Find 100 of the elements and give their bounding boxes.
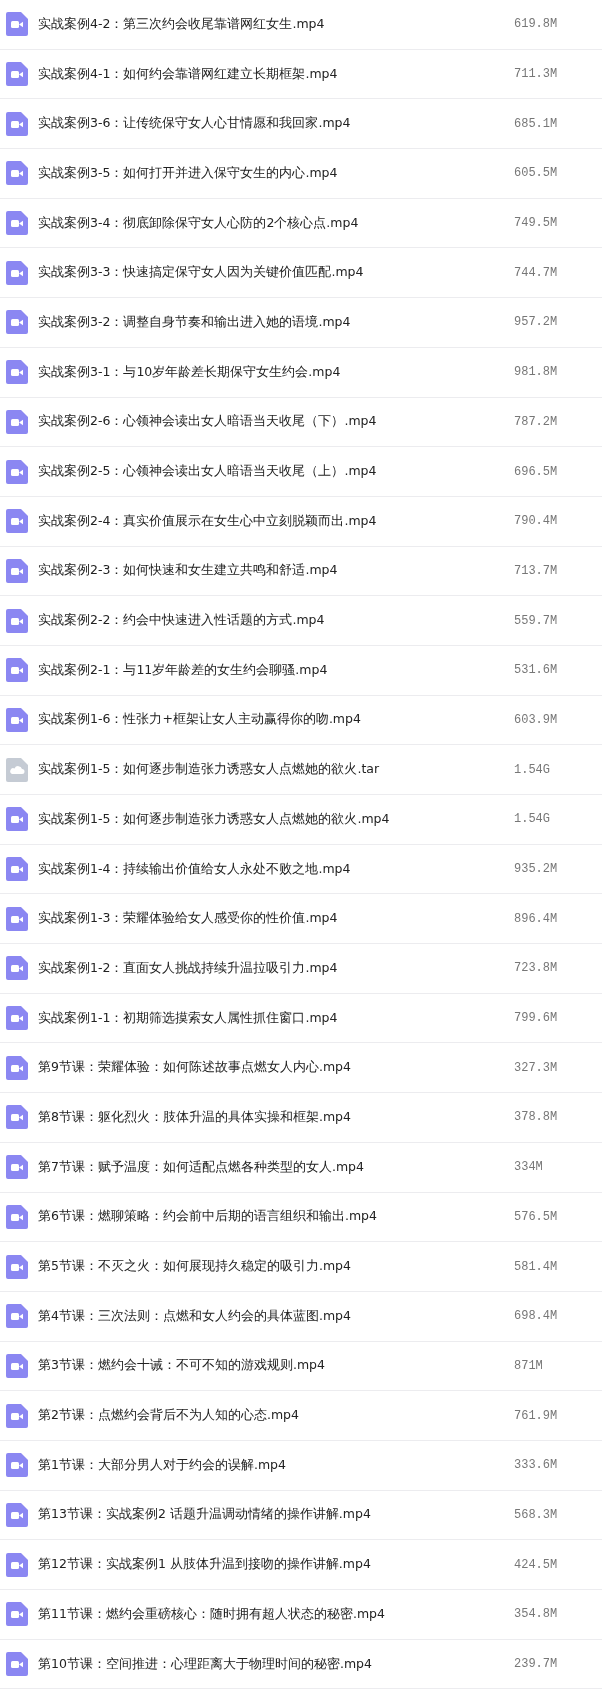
- file-name: 实战案例1-4：持续输出价值给女人永处不败之地.mp4: [38, 860, 352, 878]
- file-row[interactable]: 第6节课：燃聊策略：约会前中后期的语言组织和输出.mp4 576.5M: [0, 1192, 602, 1243]
- video-file-icon: [6, 1204, 28, 1229]
- file-size: 378.8M: [514, 1110, 559, 1125]
- file-row[interactable]: 实战案例3-1：与10岁年龄差长期保守女生约会.mp4 981.8M: [0, 347, 602, 398]
- file-row[interactable]: 实战案例2-3：如何快速和女生建立共鸣和舒适.mp4 713.7M: [0, 546, 602, 597]
- file-row[interactable]: 第4节课：三次法则：点燃和女人约会的具体蓝图.mp4 698.4M: [0, 1291, 602, 1342]
- file-row[interactable]: 实战案例3-2：调整自身节奏和输出进入她的语境.mp4 957.2M: [0, 298, 602, 348]
- file-row[interactable]: 第13节课：实战案例2 话题升温调动情绪的操作讲解.mp4 568.3M: [0, 1490, 602, 1541]
- video-file-icon: [6, 12, 28, 37]
- file-size: 787.2M: [514, 414, 559, 429]
- file-row[interactable]: 实战案例1-6：性张力+框架让女人主动赢得你的吻.mp4 603.9M: [0, 695, 602, 746]
- file-size: 723.8M: [514, 961, 559, 976]
- file-size: 334M: [514, 1160, 544, 1175]
- file-row[interactable]: 第9节课：荣耀体验：如何陈述故事点燃女人内心.mp4 327.3M: [0, 1043, 602, 1094]
- file-name: 第8节课：躯化烈火：肢体升温的具体实操和框架.mp4: [38, 1108, 352, 1126]
- video-file-icon: [6, 509, 28, 534]
- video-file-icon: [6, 956, 28, 981]
- file-name: 实战案例3-1：与10岁年龄差长期保守女生约会.mp4: [38, 363, 342, 381]
- file-row[interactable]: 第5节课：不灭之火：如何展现持久稳定的吸引力.mp4 581.4M: [0, 1242, 602, 1292]
- file-size: 698.4M: [514, 1309, 559, 1324]
- video-file-icon: [6, 310, 28, 335]
- file-name: 第1节课：大部分男人对于约会的误解.mp4: [38, 1456, 287, 1474]
- file-name: 实战案例1-6：性张力+框架让女人主动赢得你的吻.mp4: [38, 711, 362, 729]
- file-row[interactable]: 第8节课：躯化烈火：肢体升温的具体实操和框架.mp4 378.8M: [0, 1093, 602, 1143]
- file-size: 871M: [514, 1358, 544, 1373]
- file-row[interactable]: 实战案例1-2：直面女人挑战持续升温拉吸引力.mp4 723.8M: [0, 944, 602, 994]
- video-file-icon: [6, 1652, 28, 1677]
- file-row[interactable]: 实战案例2-5：心领神会读出女人暗语当天收尾（上）.mp4 696.5M: [0, 447, 602, 497]
- file-row[interactable]: 第7节课：赋予温度：如何适配点燃各种类型的女人.mp4 334M: [0, 1142, 602, 1193]
- video-file-icon: [6, 1155, 28, 1180]
- video-file-icon: [6, 459, 28, 484]
- file-name: 第12节课：实战案例1 从肢体升温到接吻的操作讲解.mp4: [38, 1556, 372, 1574]
- file-name: 实战案例3-5：如何打开并进入保守女生的内心.mp4: [38, 164, 339, 182]
- file-size: 354.8M: [514, 1607, 559, 1622]
- file-row[interactable]: 实战案例3-3：快速搞定保守女人因为关键价值匹配.mp4 744.7M: [0, 248, 602, 299]
- file-name: 第5节课：不灭之火：如何展现持久稳定的吸引力.mp4: [38, 1258, 352, 1276]
- file-name: 第9节课：荣耀体验：如何陈述故事点燃女人内心.mp4: [38, 1059, 352, 1077]
- file-name: 第10节课：空间推进：心理距离大于物理时间的秘密.mp4: [38, 1655, 373, 1673]
- video-file-icon: [6, 1105, 28, 1130]
- cloud-file-icon: [6, 757, 28, 782]
- video-file-icon: [6, 211, 28, 236]
- file-size: 744.7M: [514, 265, 559, 280]
- video-file-icon: [6, 658, 28, 683]
- file-row[interactable]: 实战案例2-6：心领神会读出女人暗语当天收尾（下）.mp4 787.2M: [0, 397, 602, 448]
- file-row[interactable]: 第10节课：空间推进：心理距离大于物理时间的秘密.mp4 239.7M: [0, 1639, 602, 1690]
- video-file-icon: [6, 1006, 28, 1031]
- file-row[interactable]: 第3节课：燃约会十诫：不可不知的游戏规则.mp4 871M: [0, 1341, 602, 1392]
- file-row[interactable]: 实战案例1-5：如何逐步制造张力诱惑女人点燃她的欲火.tar 1.54G: [0, 745, 602, 795]
- video-file-icon: [6, 1254, 28, 1279]
- file-size: 935.2M: [514, 862, 559, 877]
- file-name: 实战案例1-1：初期筛选摸索女人属性抓住窗口.mp4: [38, 1009, 339, 1027]
- file-name: 实战案例2-1：与11岁年龄差的女生约会聊骚.mp4: [38, 661, 329, 679]
- video-file-icon: [6, 111, 28, 136]
- file-size: 581.4M: [514, 1259, 559, 1274]
- video-file-icon: [6, 409, 28, 434]
- file-size: 605.5M: [514, 166, 559, 181]
- file-size: 957.2M: [514, 315, 559, 330]
- file-row[interactable]: 实战案例1-5：如何逐步制造张力诱惑女人点燃她的欲火.mp4 1.54G: [0, 795, 602, 845]
- file-name: 实战案例3-2：调整自身节奏和输出进入她的语境.mp4: [38, 313, 352, 331]
- file-row[interactable]: 实战案例3-5：如何打开并进入保守女生的内心.mp4 605.5M: [0, 149, 602, 199]
- file-row[interactable]: 实战案例3-6：让传统保守女人心甘情愿和我回家.mp4 685.1M: [0, 99, 602, 150]
- file-row[interactable]: 实战案例4-1：如何约会靠谱网红建立长期框架.mp4 711.3M: [0, 49, 602, 100]
- file-name: 实战案例4-1：如何约会靠谱网红建立长期框架.mp4: [38, 65, 339, 83]
- video-file-icon: [6, 1055, 28, 1080]
- file-row[interactable]: 第12节课：实战案例1 从肢体升温到接吻的操作讲解.mp4 424.5M: [0, 1540, 602, 1590]
- file-row[interactable]: 第1节课：大部分男人对于约会的误解.mp4 333.6M: [0, 1440, 602, 1491]
- file-size: 619.8M: [514, 17, 559, 32]
- file-size: 424.5M: [514, 1557, 559, 1572]
- file-size: 603.9M: [514, 712, 559, 727]
- video-file-icon: [6, 857, 28, 882]
- file-row[interactable]: 第11节课：燃约会重磅核心：随时拥有超人状态的秘密.mp4 354.8M: [0, 1590, 602, 1640]
- file-size: 1.54G: [514, 812, 551, 827]
- file-row[interactable]: 实战案例4-2：第三次约会收尾靠谱网红女生.mp4 619.8M: [0, 0, 602, 50]
- video-file-icon: [6, 558, 28, 583]
- file-name: 实战案例3-4：彻底卸除保守女人心防的2个核心点.mp4: [38, 214, 360, 232]
- file-name: 实战案例2-4：真实价值展示在女生心中立刻脱颖而出.mp4: [38, 512, 378, 530]
- file-size: 896.4M: [514, 911, 559, 926]
- file-row[interactable]: 第2节课：点燃约会背后不为人知的心态.mp4 761.9M: [0, 1391, 602, 1441]
- file-size: 568.3M: [514, 1507, 559, 1522]
- file-name: 第4节课：三次法则：点燃和女人约会的具体蓝图.mp4: [38, 1307, 352, 1325]
- file-size: 685.1M: [514, 116, 559, 131]
- file-size: 576.5M: [514, 1209, 559, 1224]
- file-row[interactable]: 实战案例2-2：约会中快速进入性话题的方式.mp4 559.7M: [0, 596, 602, 646]
- file-name: 实战案例3-3：快速搞定保守女人因为关键价值匹配.mp4: [38, 264, 365, 282]
- file-name: 实战案例2-5：心领神会读出女人暗语当天收尾（上）.mp4: [38, 463, 378, 481]
- file-name: 第13节课：实战案例2 话题升温调动情绪的操作讲解.mp4: [38, 1506, 372, 1524]
- file-size: 531.6M: [514, 663, 559, 678]
- video-file-icon: [6, 161, 28, 186]
- video-file-icon: [6, 807, 28, 832]
- file-size: 333.6M: [514, 1458, 559, 1473]
- file-size: 239.7M: [514, 1657, 559, 1672]
- file-row[interactable]: 实战案例1-3：荣耀体验给女人感受你的性价值.mp4 896.4M: [0, 894, 602, 945]
- file-name: 实战案例3-6：让传统保守女人心甘情愿和我回家.mp4: [38, 115, 352, 133]
- file-row[interactable]: 实战案例2-4：真实价值展示在女生心中立刻脱颖而出.mp4 790.4M: [0, 496, 602, 547]
- file-row[interactable]: 实战案例1-1：初期筛选摸索女人属性抓住窗口.mp4 799.6M: [0, 993, 602, 1044]
- video-file-icon: [6, 1502, 28, 1527]
- file-row[interactable]: 实战案例2-1：与11岁年龄差的女生约会聊骚.mp4 531.6M: [0, 645, 602, 696]
- file-row[interactable]: 实战案例1-4：持续输出价值给女人永处不败之地.mp4 935.2M: [0, 844, 602, 895]
- file-row[interactable]: 实战案例3-4：彻底卸除保守女人心防的2个核心点.mp4 749.5M: [0, 198, 602, 249]
